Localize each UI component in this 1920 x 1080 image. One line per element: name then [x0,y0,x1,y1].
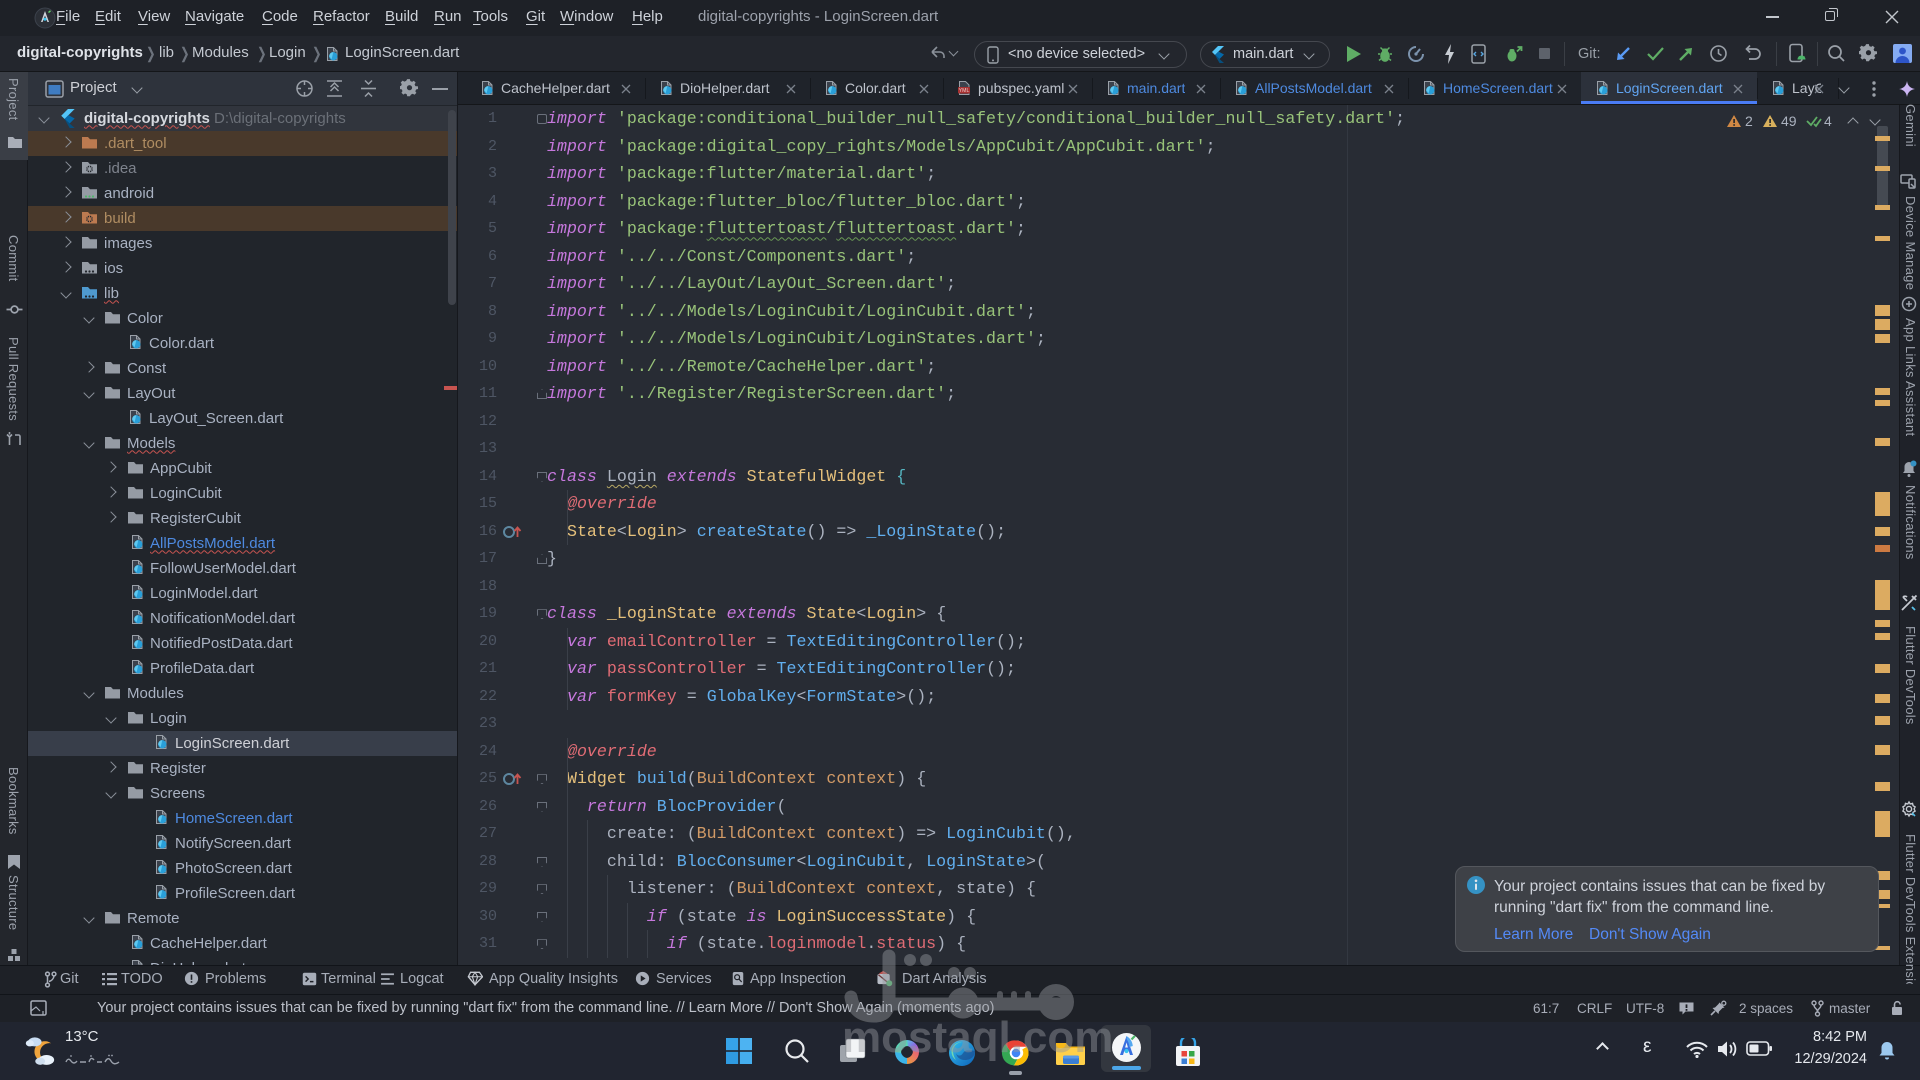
svg-text:YML: YML [959,88,970,94]
svg-text:mostaql.com: mostaql.com [842,1013,1113,1062]
